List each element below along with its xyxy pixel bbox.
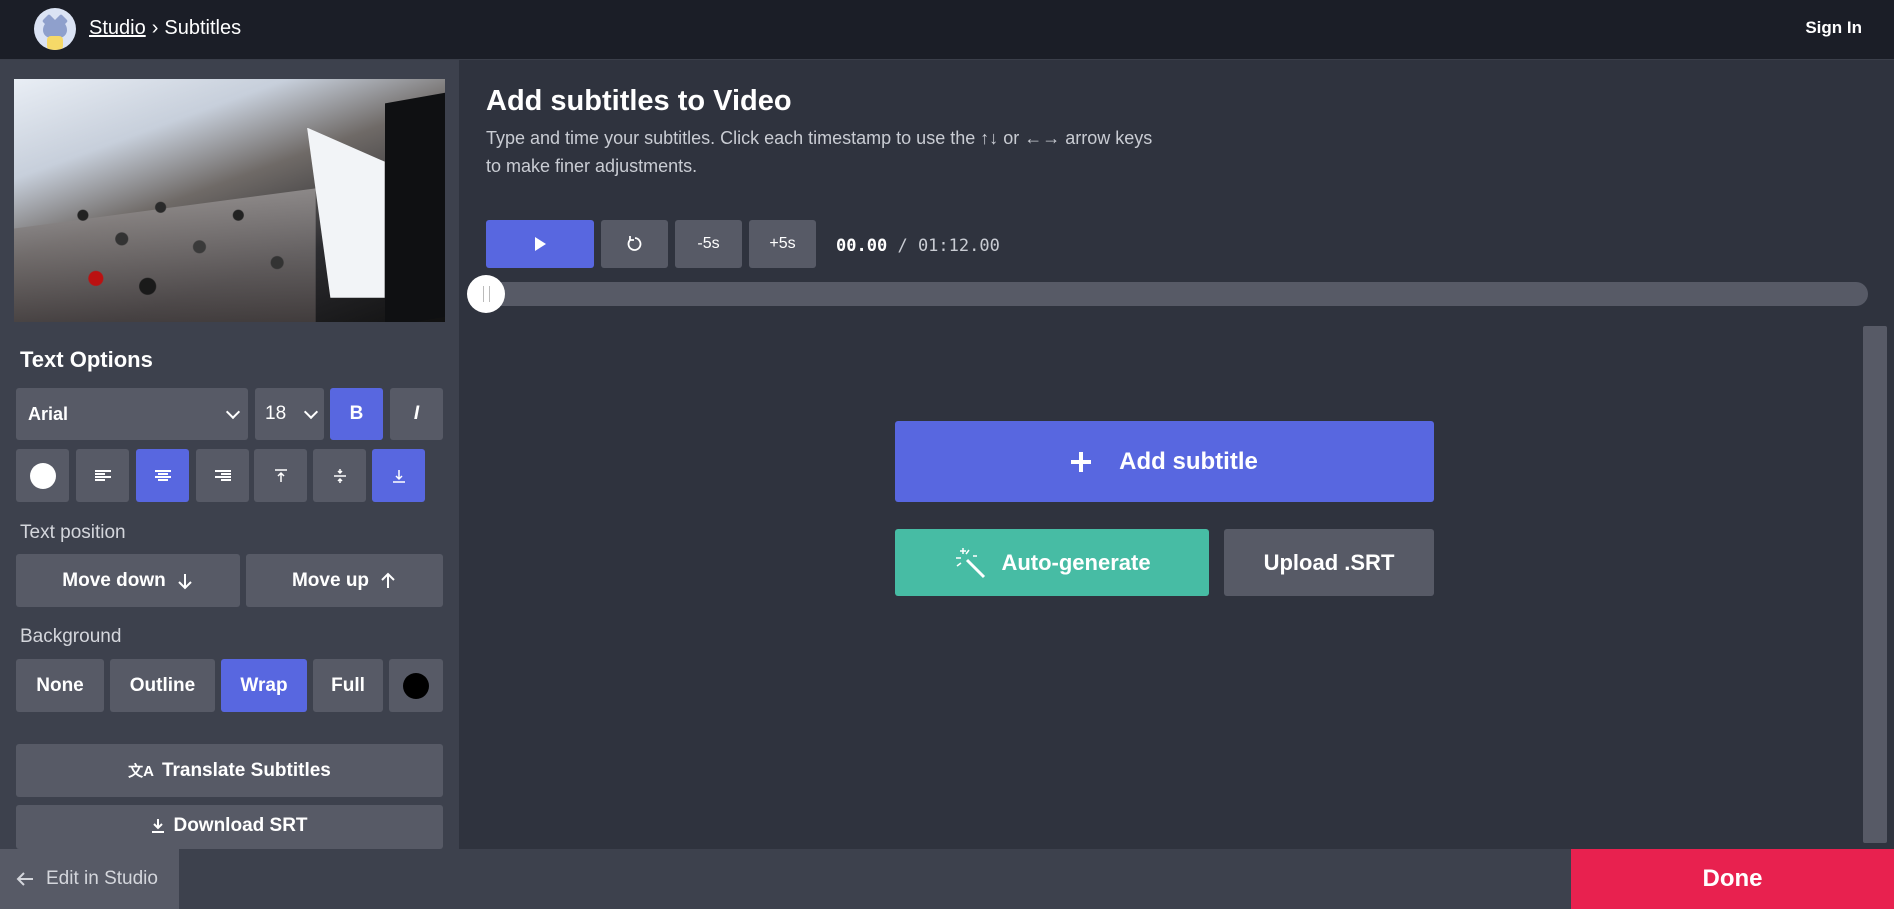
time-display: 00.00 / 01:12.00: [836, 236, 1000, 256]
chevron-down-icon: [225, 404, 241, 419]
play-icon: [534, 237, 546, 251]
edit-in-studio-button[interactable]: Edit in Studio: [0, 849, 179, 909]
bg-wrap-button[interactable]: Wrap: [221, 659, 307, 712]
done-button[interactable]: Done: [1571, 849, 1894, 909]
move-down-button[interactable]: Move down: [16, 554, 240, 607]
translate-icon: 文A: [128, 763, 154, 780]
text-position-label: Text position: [20, 522, 126, 543]
add-subtitle-button[interactable]: Add subtitle: [895, 421, 1434, 502]
magic-wand-icon: [956, 547, 986, 578]
font-select-value: Arial: [28, 403, 69, 424]
bg-full-button[interactable]: Full: [313, 659, 383, 712]
align-center-button[interactable]: [136, 449, 189, 502]
font-size-select[interactable]: 18: [255, 388, 324, 440]
download-srt-label: Download SRT: [173, 815, 308, 836]
valign-middle-button[interactable]: [313, 449, 366, 502]
color-swatch-icon: [403, 672, 429, 699]
arrow-up-icon: [381, 572, 395, 588]
restart-icon: [627, 236, 641, 251]
app-logo[interactable]: [34, 8, 76, 50]
back-5s-button[interactable]: -5s: [675, 220, 742, 268]
bold-button[interactable]: B: [330, 388, 383, 440]
plus-icon: [1071, 451, 1092, 472]
breadcrumb-current: Subtitles: [164, 17, 242, 39]
align-right-button[interactable]: [196, 449, 249, 502]
top-bar: Studio › Subtitles Sign In: [0, 0, 1894, 60]
align-left-button[interactable]: [76, 449, 129, 502]
background-label: Background: [20, 626, 122, 647]
sidebar: Text Options Arial 18 B I Text position …: [0, 60, 459, 849]
font-size-value: 18: [265, 403, 287, 424]
font-select[interactable]: Arial: [16, 388, 248, 440]
italic-button[interactable]: I: [390, 388, 443, 440]
valign-top-button[interactable]: [254, 449, 307, 502]
current-time: 00.00: [836, 236, 888, 256]
timeline-handle[interactable]: [467, 275, 505, 313]
text-options-title: Text Options: [20, 347, 153, 372]
download-icon: [152, 819, 165, 833]
bg-outline-button[interactable]: Outline: [110, 659, 215, 712]
align-center-icon: [154, 469, 171, 482]
valign-middle-icon: [333, 468, 346, 483]
valign-bottom-icon: [392, 469, 405, 483]
footer-bar: Edit in Studio Done: [0, 849, 1894, 909]
scrollbar[interactable]: [1863, 326, 1887, 843]
align-right-icon: [214, 469, 231, 482]
align-left-icon: [94, 469, 111, 482]
arrow-left-icon: [16, 872, 33, 886]
arrow-down-icon: [178, 573, 192, 589]
valign-top-icon: [274, 468, 287, 482]
upload-srt-button[interactable]: Upload .SRT: [1224, 529, 1434, 596]
download-srt-button[interactable]: Download SRT: [16, 805, 443, 849]
valign-bottom-button[interactable]: [372, 449, 425, 502]
auto-generate-label: Auto-generate: [1001, 549, 1151, 575]
sign-in-link[interactable]: Sign In: [1805, 18, 1862, 38]
translate-subtitles-label: Translate Subtitles: [161, 759, 331, 781]
bg-color-button[interactable]: [389, 659, 443, 712]
chevron-down-icon: [303, 404, 319, 419]
play-button[interactable]: [486, 220, 594, 268]
restart-button[interactable]: [601, 220, 668, 268]
total-time: 01:12.00: [917, 236, 1000, 256]
timeline-track[interactable]: [486, 282, 1868, 306]
page-description: Type and time your subtitles. Click each…: [486, 128, 1153, 176]
auto-generate-button[interactable]: Auto-generate: [895, 529, 1209, 596]
text-color-button[interactable]: [16, 449, 69, 502]
edit-in-studio-label: Edit in Studio: [46, 868, 158, 889]
translate-subtitles-button[interactable]: 文A Translate Subtitles: [16, 744, 443, 797]
breadcrumb-studio-link[interactable]: Studio: [89, 17, 146, 40]
breadcrumb: Studio › Subtitles: [89, 17, 241, 40]
breadcrumb-separator: ›: [151, 17, 159, 39]
add-subtitle-label: Add subtitle: [1119, 447, 1258, 475]
bg-none-button[interactable]: None: [16, 659, 104, 712]
move-up-button[interactable]: Move up: [246, 554, 443, 607]
video-preview[interactable]: [14, 79, 445, 322]
time-separator: /: [897, 236, 908, 256]
color-swatch-icon: [29, 462, 56, 489]
move-down-label: Move down: [62, 569, 166, 591]
forward-5s-button[interactable]: +5s: [749, 220, 816, 268]
page-title: Add subtitles to Video: [486, 85, 792, 117]
move-up-label: Move up: [291, 569, 370, 591]
